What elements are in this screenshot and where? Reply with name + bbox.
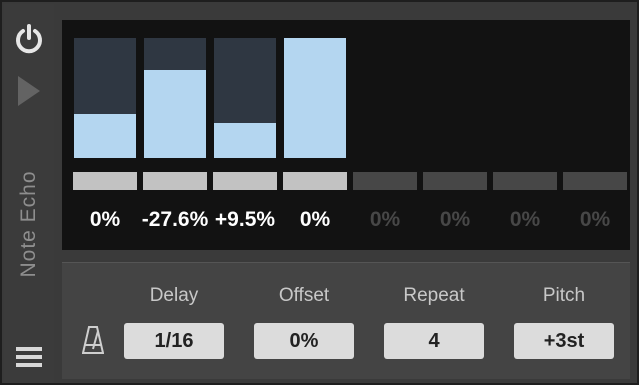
step-value: +9.5% bbox=[214, 208, 276, 231]
step-value: 0% bbox=[579, 208, 611, 231]
step-bar-fill bbox=[284, 38, 346, 158]
step-toggle[interactable] bbox=[73, 172, 137, 190]
step-bar[interactable] bbox=[284, 38, 346, 158]
device-sidebar: Note Echo bbox=[4, 4, 54, 383]
delay-label: Delay bbox=[149, 285, 199, 306]
step-toggle[interactable] bbox=[493, 172, 557, 190]
step-toggle[interactable] bbox=[143, 172, 207, 190]
pitch-field[interactable]: +3st bbox=[514, 323, 614, 359]
metronome-icon[interactable] bbox=[81, 325, 105, 355]
step-value: 0% bbox=[369, 208, 401, 231]
step-sequencer: 0% -27.6% +9.5% 0% 0% 0% 0% 0% bbox=[62, 20, 630, 250]
step-value: 0% bbox=[509, 208, 541, 231]
pitch-label: Pitch bbox=[542, 285, 586, 306]
step-toggle[interactable] bbox=[283, 172, 347, 190]
step-toggle[interactable] bbox=[423, 172, 487, 190]
repeat-label: Repeat bbox=[403, 285, 465, 306]
step-value: 0% bbox=[89, 208, 121, 231]
step-value: 0% bbox=[439, 208, 471, 231]
note-echo-device: Note Echo 0% -27.6% +9.5% 0% 0% 0% 0% 0% Delay … bbox=[0, 0, 639, 385]
step-value: 0% bbox=[299, 208, 331, 231]
play-icon[interactable] bbox=[16, 74, 42, 108]
offset-label: Offset bbox=[278, 285, 330, 306]
power-icon[interactable] bbox=[14, 24, 44, 54]
step-bar[interactable] bbox=[214, 38, 276, 158]
step-bar-fill bbox=[144, 70, 206, 158]
step-bar[interactable] bbox=[144, 38, 206, 158]
step-bar-fill bbox=[74, 113, 136, 158]
device-title: Note Echo bbox=[17, 170, 40, 278]
step-bar-fill bbox=[214, 123, 276, 158]
menu-icon[interactable] bbox=[16, 346, 42, 368]
parameters-panel: Delay 1/16 Offset 0% Repeat 4 Pitch +3st bbox=[62, 262, 630, 379]
delay-field[interactable]: 1/16 bbox=[124, 323, 224, 359]
offset-field[interactable]: 0% bbox=[254, 323, 354, 359]
repeat-field[interactable]: 4 bbox=[384, 323, 484, 359]
step-value: -27.6% bbox=[141, 208, 209, 231]
step-toggle[interactable] bbox=[563, 172, 627, 190]
step-toggle[interactable] bbox=[213, 172, 277, 190]
step-toggle[interactable] bbox=[353, 172, 417, 190]
step-bar[interactable] bbox=[74, 38, 136, 158]
